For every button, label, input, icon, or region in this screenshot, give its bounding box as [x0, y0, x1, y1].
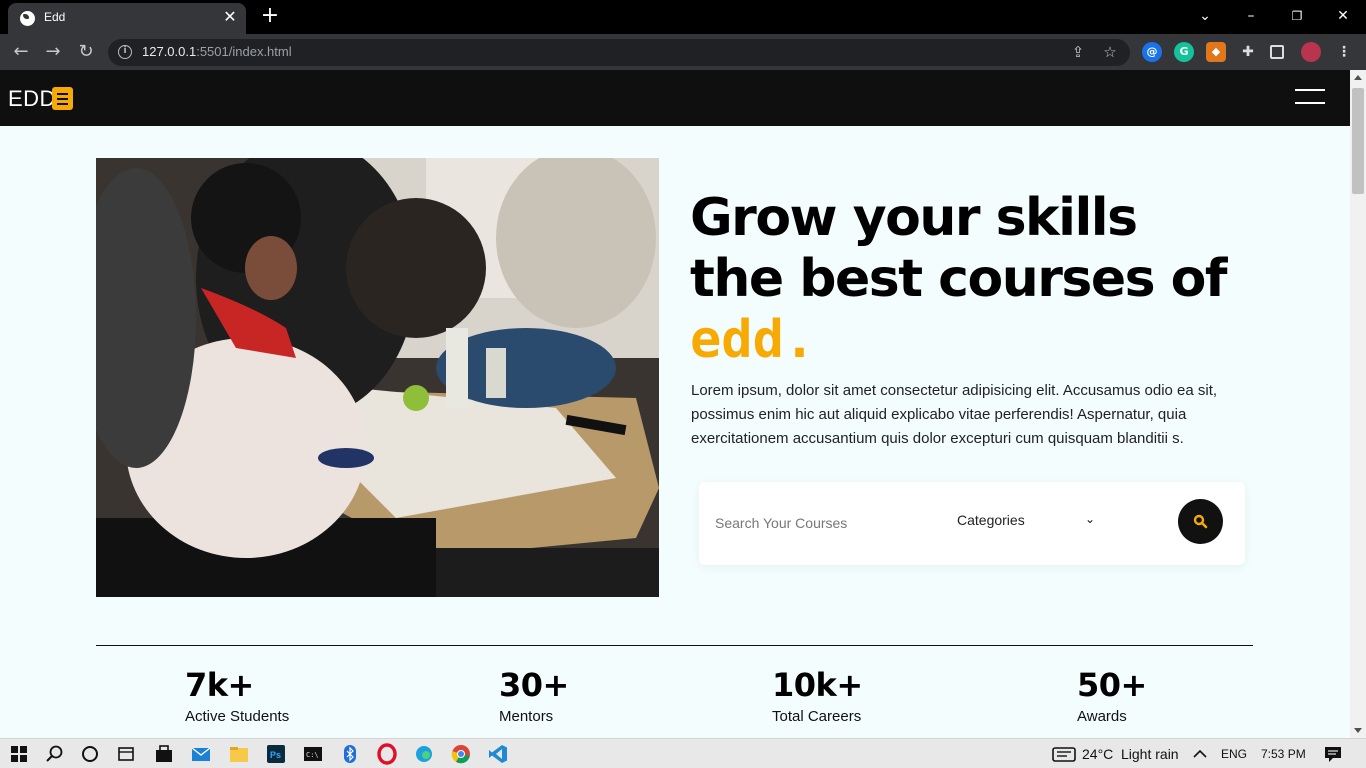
- site-navbar: EDD: [0, 70, 1350, 126]
- task-view-icon[interactable]: [115, 743, 137, 765]
- back-button[interactable]: ←: [9, 40, 33, 64]
- tab-title: Edd: [44, 10, 66, 24]
- search-icon[interactable]: [44, 743, 66, 765]
- hero-headline: Grow your skills the best courses of edd…: [690, 188, 1227, 371]
- url-host: 127.0.0.1: [142, 44, 197, 59]
- share-icon[interactable]: ⇪: [1068, 42, 1088, 62]
- terminal-icon[interactable]: C:\: [302, 743, 324, 765]
- edge-icon[interactable]: [413, 743, 435, 765]
- stat-label: Total Careers: [772, 708, 862, 725]
- stat-mentors: 30+ Mentors: [499, 666, 569, 725]
- hero-description: Lorem ipsum, dolor sit amet consectetur …: [691, 382, 1218, 447]
- menu-kebab-icon[interactable]: ⋮: [1334, 42, 1354, 62]
- chevron-down-icon: ⌄: [1085, 512, 1096, 526]
- categories-label: Categories: [957, 512, 1025, 528]
- reload-button[interactable]: ↻: [74, 40, 98, 64]
- new-tab-button[interactable]: +: [258, 5, 282, 29]
- side-panel-icon[interactable]: [1270, 45, 1284, 59]
- headline-line-2: the best courses of: [690, 249, 1227, 309]
- stat-value: 30+: [499, 666, 569, 704]
- scroll-down-arrow-icon[interactable]: [1354, 728, 1362, 733]
- stat-label: Active Students: [185, 708, 290, 725]
- photoshop-icon[interactable]: Ps: [265, 743, 287, 765]
- bluetooth-icon[interactable]: [339, 743, 361, 765]
- stats-divider: [96, 645, 1253, 646]
- headline-line-1: Grow your skills: [690, 188, 1138, 248]
- close-tab-icon[interactable]: ✕: [220, 7, 240, 27]
- globe-icon: [20, 11, 35, 26]
- browser-titlebar: Edd ✕ + ⌄ – ❐ ✕: [0, 0, 1366, 34]
- store-icon[interactable]: [153, 743, 175, 765]
- email-extension-icon[interactable]: @: [1142, 42, 1162, 62]
- url-path: :5501/index.html: [196, 44, 292, 59]
- stat-awards: 50+ Awards: [1077, 666, 1147, 725]
- profile-avatar[interactable]: [1301, 42, 1321, 62]
- address-bar[interactable]: i 127.0.0.1:5501/index.html ⇪ ☆: [108, 39, 1130, 66]
- stat-value: 50+: [1077, 666, 1147, 704]
- mail-icon[interactable]: [190, 743, 212, 765]
- scroll-up-arrow-icon[interactable]: [1354, 75, 1362, 80]
- notification-center-icon[interactable]: [1322, 743, 1344, 765]
- search-button[interactable]: [1178, 499, 1223, 544]
- file-explorer-icon[interactable]: [228, 743, 250, 765]
- scroll-thumb[interactable]: [1352, 88, 1364, 194]
- cortana-icon[interactable]: [79, 743, 101, 765]
- stat-value: 10k+: [772, 666, 863, 704]
- bookmark-star-icon[interactable]: ☆: [1100, 42, 1120, 62]
- weather-condition[interactable]: Light rain: [1121, 746, 1179, 762]
- clock-time[interactable]: 7:53 PM: [1261, 747, 1306, 761]
- metamask-extension-icon[interactable]: ◆: [1206, 42, 1226, 62]
- windows-start-icon[interactable]: [8, 743, 30, 765]
- course-search-input[interactable]: [715, 510, 935, 536]
- search-icon: [1193, 514, 1208, 529]
- weather-cloud-icon[interactable]: [1051, 743, 1077, 765]
- headline-accent: edd.: [690, 310, 816, 370]
- site-logo[interactable]: EDD: [8, 86, 56, 112]
- hero-students-photo: [96, 158, 659, 597]
- site-info-icon[interactable]: i: [118, 45, 132, 59]
- language-indicator[interactable]: ENG: [1221, 747, 1247, 761]
- restore-button[interactable]: ❐: [1285, 5, 1309, 27]
- svg-text:Ps: Ps: [270, 750, 281, 760]
- page-scrollbar[interactable]: [1350, 70, 1366, 738]
- page-viewport: EDD Grow your skills the best courses of…: [0, 70, 1350, 738]
- browser-tab[interactable]: Edd ✕: [8, 3, 246, 34]
- opera-icon[interactable]: [376, 743, 398, 765]
- categories-select[interactable]: Categories ⌄: [957, 512, 1099, 534]
- hamburger-menu-icon[interactable]: [1295, 89, 1325, 107]
- chevron-up-icon[interactable]: [1189, 743, 1211, 765]
- extensions-puzzle-icon[interactable]: ✚: [1238, 42, 1258, 62]
- windows-taskbar: Ps C:\ 24°C Light rain ENG 7:53 PM: [0, 738, 1366, 768]
- svg-text:C:\: C:\: [306, 751, 319, 759]
- url-text: 127.0.0.1:5501/index.html: [142, 44, 292, 59]
- stat-total-careers: 10k+ Total Careers: [772, 666, 863, 725]
- grammarly-extension-icon[interactable]: G: [1174, 42, 1194, 62]
- chrome-icon[interactable]: [450, 743, 472, 765]
- weather-temperature[interactable]: 24°C: [1082, 746, 1113, 762]
- forward-button[interactable]: →: [41, 40, 65, 64]
- tab-search-chevron-icon[interactable]: ⌄: [1193, 5, 1217, 27]
- close-window-button[interactable]: ✕: [1331, 5, 1355, 27]
- stat-label: Mentors: [499, 708, 554, 725]
- course-search-box: Categories ⌄: [699, 482, 1245, 565]
- minimize-button[interactable]: –: [1239, 5, 1263, 27]
- stat-value: 7k+: [185, 666, 254, 704]
- stat-active-students: 7k+ Active Students: [185, 666, 289, 725]
- book-logo-icon: [52, 87, 73, 110]
- vscode-icon[interactable]: [487, 743, 509, 765]
- browser-toolbar: ← → ↻ i 127.0.0.1:5501/index.html ⇪ ☆ @ …: [0, 34, 1366, 70]
- stat-label: Awards: [1077, 708, 1127, 725]
